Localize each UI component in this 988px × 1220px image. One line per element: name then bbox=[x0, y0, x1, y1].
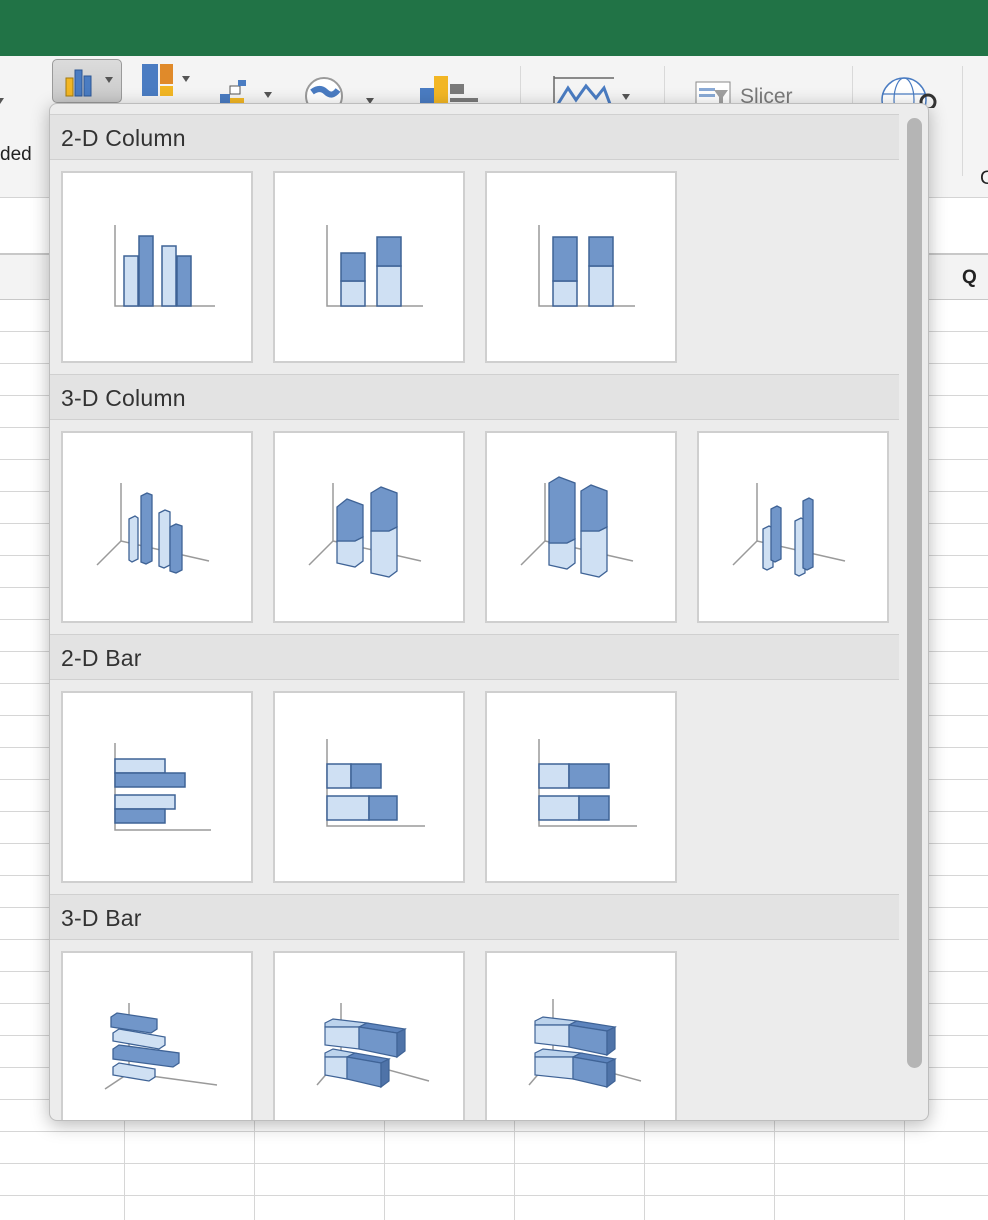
3d-stacked-bar-option[interactable] bbox=[273, 951, 465, 1120]
chevron-down-icon bbox=[105, 77, 113, 83]
3d-clustered-bar-option[interactable] bbox=[61, 951, 253, 1120]
section-title: 3-D Column bbox=[61, 385, 186, 411]
100-stacked-column-option[interactable] bbox=[485, 171, 677, 363]
section-title: 3-D Bar bbox=[61, 905, 142, 931]
section-header-3d-column: 3-D Column bbox=[50, 374, 899, 420]
column-header-q[interactable]: Q bbox=[962, 267, 977, 289]
ribbon-partial-label[interactable]: C bbox=[980, 168, 988, 190]
3d-100-stacked-bar-option[interactable] bbox=[485, 951, 677, 1120]
clustered-column-option[interactable] bbox=[61, 171, 253, 363]
window-titlebar bbox=[0, 0, 988, 56]
3d-stacked-bar-icon bbox=[316, 1003, 430, 1089]
clustered-column-icon bbox=[114, 225, 215, 307]
3d-clustered-column-option[interactable] bbox=[61, 431, 253, 623]
clustered-bar-icon bbox=[114, 743, 211, 831]
3d-stacked-column-option[interactable] bbox=[273, 431, 465, 623]
pivot-chart-icon[interactable] bbox=[418, 74, 482, 106]
hierarchy-chart-icon[interactable] bbox=[140, 62, 200, 104]
grid-line bbox=[514, 1110, 515, 1220]
3d-clustered-column-icon bbox=[96, 483, 210, 574]
section-header-2d-bar: 2-D Bar bbox=[50, 634, 899, 680]
100-stacked-bar-option[interactable] bbox=[485, 691, 677, 883]
grid-line bbox=[254, 1110, 255, 1220]
3d-stacked-column-icon bbox=[308, 483, 422, 578]
3d-100-stacked-column-icon bbox=[520, 476, 634, 578]
recommended-charts-button[interactable] bbox=[52, 59, 122, 103]
3d-column-option[interactable] bbox=[697, 431, 889, 623]
stacked-bar-option[interactable] bbox=[273, 691, 465, 883]
stacked-bar-icon bbox=[326, 739, 425, 827]
stacked-column-icon bbox=[326, 225, 423, 307]
3d-clustered-bar-icon bbox=[104, 1003, 218, 1090]
section-header-2d-column: 2-D Column bbox=[50, 114, 899, 160]
ribbon-partial-label[interactable]: ded bbox=[0, 144, 32, 166]
gallery-scrollbar-thumb[interactable] bbox=[907, 118, 922, 1068]
100-stacked-bar-icon bbox=[538, 739, 637, 827]
3d-column-icon bbox=[732, 483, 846, 577]
map-chart-icon[interactable] bbox=[298, 70, 378, 106]
clustered-bar-option[interactable] bbox=[61, 691, 253, 883]
chart-type-gallery: 2-D Column 3-D Column 2-D Bar 3-D Bar bbox=[49, 103, 929, 1121]
stacked-column-option[interactable] bbox=[273, 171, 465, 363]
sparkline-icon[interactable] bbox=[552, 74, 636, 106]
section-header-3d-bar: 3-D Bar bbox=[50, 894, 899, 940]
ribbon-separator bbox=[962, 66, 963, 176]
chevron-down-icon[interactable] bbox=[0, 98, 4, 104]
grid-line bbox=[124, 1110, 125, 1220]
grid-line bbox=[644, 1110, 645, 1220]
section-title: 2-D Column bbox=[61, 125, 186, 151]
100-stacked-column-icon bbox=[538, 225, 635, 307]
3d-100-stacked-bar-icon bbox=[528, 999, 642, 1089]
grid-line bbox=[384, 1110, 385, 1220]
grid-line bbox=[904, 1110, 905, 1220]
section-title: 2-D Bar bbox=[61, 645, 142, 671]
3d-100-stacked-column-option[interactable] bbox=[485, 431, 677, 623]
waterfall-chart-icon[interactable] bbox=[218, 78, 278, 106]
grid-line bbox=[774, 1110, 775, 1220]
